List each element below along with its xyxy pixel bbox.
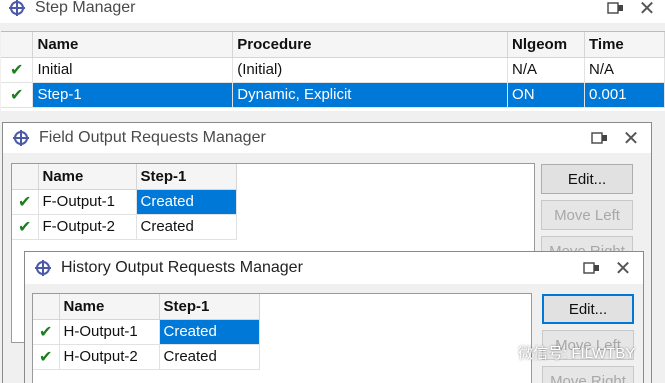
request-name[interactable]: F-Output-1: [38, 189, 137, 215]
table-header-row: Name Step-1: [12, 164, 237, 190]
restore-window-icon[interactable]: [581, 257, 603, 279]
history-output-manager-window: History Output Requests Manager ✕ Name S…: [24, 251, 644, 383]
step-list: Name Procedure Nlgeom Time ✔ Initial (In…: [1, 31, 665, 111]
table-row[interactable]: ✔ H-Output-2 Created: [33, 344, 260, 370]
close-icon[interactable]: ✕: [603, 256, 643, 280]
step-nlgeom: ON: [507, 82, 586, 108]
request-status[interactable]: Created: [159, 319, 260, 345]
step-table: Name Procedure Nlgeom Time ✔ Initial (In…: [1, 32, 665, 108]
column-header-nlgeom[interactable]: Nlgeom: [507, 32, 586, 58]
request-status[interactable]: Created: [136, 189, 237, 215]
check-icon[interactable]: ✔: [12, 214, 39, 240]
table-row[interactable]: ✔ F-Output-2 Created: [12, 214, 237, 240]
table-row[interactable]: ✔ F-Output-1 Created: [12, 189, 237, 215]
column-header-procedure[interactable]: Procedure: [232, 32, 509, 58]
watermark: 微信号: FILWTBY: [488, 342, 635, 363]
request-name[interactable]: F-Output-2: [38, 214, 137, 240]
step-procedure: (Initial): [232, 57, 509, 83]
table-row[interactable]: ✔ Step-1 Dynamic, Explicit ON 0.001: [1, 82, 665, 108]
history-output-table: Name Step-1 ✔ H-Output-1 Created ✔ H-Out…: [33, 294, 260, 370]
edit-button[interactable]: Edit...: [542, 294, 634, 324]
step-name[interactable]: Step-1: [32, 82, 234, 108]
window-title: History Output Requests Manager: [61, 259, 303, 276]
table-row[interactable]: ✔ Initial (Initial) N/A N/A: [1, 57, 665, 83]
edit-button[interactable]: Edit...: [541, 164, 633, 194]
check-icon[interactable]: ✔: [33, 344, 60, 370]
column-header-name[interactable]: Name: [32, 32, 234, 58]
check-column-header: [1, 32, 34, 58]
step-name[interactable]: Initial: [32, 57, 234, 83]
column-header-name[interactable]: Name: [59, 294, 160, 320]
abaqus-manager-icon: [33, 258, 53, 278]
column-header-name[interactable]: Name: [38, 164, 137, 190]
abaqus-manager-icon: [11, 128, 31, 148]
history-output-titlebar[interactable]: History Output Requests Manager ✕: [25, 252, 643, 284]
window-title: Step Manager: [35, 0, 136, 16]
close-icon[interactable]: ✕: [611, 126, 651, 150]
request-status[interactable]: Created: [159, 344, 260, 370]
step-nlgeom: N/A: [507, 57, 586, 83]
column-header-time[interactable]: Time: [584, 32, 665, 58]
move-left-button[interactable]: Move Left: [541, 200, 633, 230]
history-output-list: Name Step-1 ✔ H-Output-1 Created ✔ H-Out…: [32, 293, 532, 383]
restore-window-icon[interactable]: [605, 0, 627, 19]
field-output-table: Name Step-1 ✔ F-Output-1 Created ✔ F-Out…: [12, 164, 237, 240]
column-header-step[interactable]: Step-1: [136, 164, 237, 190]
field-output-titlebar[interactable]: Field Output Requests Manager ✕: [3, 123, 651, 153]
request-status[interactable]: Created: [136, 214, 237, 240]
abaqus-manager-icon: [7, 0, 27, 18]
check-icon[interactable]: ✔: [1, 57, 34, 83]
column-header-step[interactable]: Step-1: [159, 294, 260, 320]
move-right-button[interactable]: Move Right: [542, 366, 634, 383]
check-icon[interactable]: ✔: [33, 319, 60, 345]
step-time: 0.001: [584, 82, 665, 108]
table-header-row: Name Procedure Nlgeom Time: [1, 32, 665, 58]
check-icon[interactable]: ✔: [1, 82, 34, 108]
check-column-header: [33, 294, 60, 320]
table-row[interactable]: ✔ H-Output-1 Created: [33, 319, 260, 345]
step-procedure: Dynamic, Explicit: [232, 82, 509, 108]
watermark-text: 微信号: FILWTBY: [518, 345, 636, 362]
check-icon[interactable]: ✔: [12, 189, 39, 215]
table-header-row: Name Step-1: [33, 294, 260, 320]
request-name[interactable]: H-Output-1: [59, 319, 160, 345]
window-title: Field Output Requests Manager: [39, 129, 266, 146]
wechat-icon: [488, 343, 512, 363]
step-time: N/A: [584, 57, 665, 83]
close-icon[interactable]: ✕: [627, 0, 665, 20]
request-name[interactable]: H-Output-2: [59, 344, 160, 370]
restore-window-icon[interactable]: [589, 127, 611, 149]
check-column-header: [12, 164, 39, 190]
step-manager-titlebar[interactable]: Step Manager ✕: [0, 0, 665, 23]
